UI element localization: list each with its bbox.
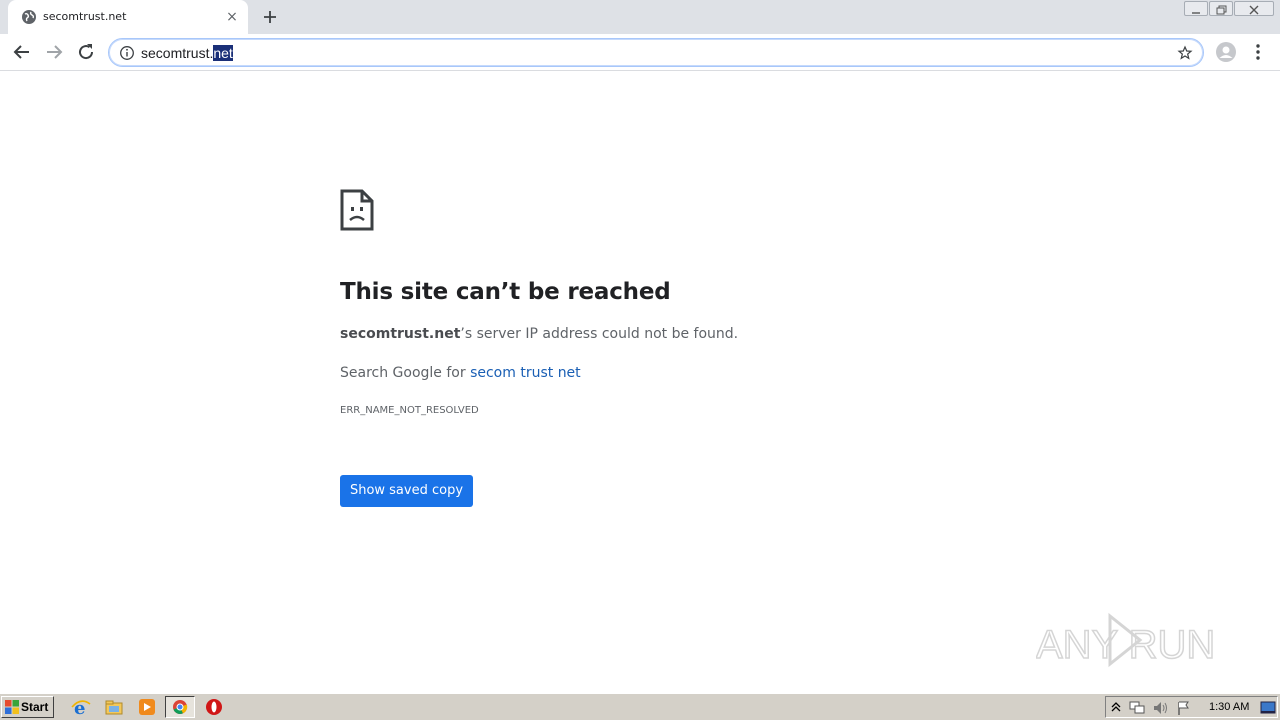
kebab-menu-icon[interactable] [1246,40,1270,64]
restore-icon [1216,5,1227,15]
reload-icon[interactable] [74,40,98,64]
search-google-link[interactable]: secom trust net [470,365,581,381]
system-tray: 1:30 AM [1105,696,1278,718]
volume-icon[interactable] [1152,700,1170,716]
search-prefix: Search Google for [340,365,471,381]
tab-title: secomtrust.net [43,10,127,23]
error-heading: This site can’t be reached [340,279,671,305]
server-domain: secomtrust.net [340,326,461,342]
forward-arrow-icon[interactable] [42,40,66,64]
globe-icon [22,10,36,24]
close-window-icon [1249,5,1259,15]
close-tab-icon[interactable]: × [224,9,240,25]
media-player-icon[interactable] [136,697,158,717]
show-hidden-icons-icon[interactable] [1110,700,1122,714]
error-code: ERR_NAME_NOT_RESOLVED [340,405,479,416]
restore-button[interactable] [1209,1,1233,16]
close-window-button[interactable] [1234,1,1274,16]
server-message: secomtrust.net’s server IP address could… [340,326,738,342]
ie-icon[interactable]: e [70,697,92,717]
action-center-flag-icon[interactable] [1176,700,1192,716]
site-info-icon[interactable] [119,45,135,61]
anyrun-logo-icon: ANY RUN [1035,612,1216,668]
start-label: Start [21,700,49,714]
explorer-folder-icon[interactable] [103,697,125,717]
tab-strip: secomtrust.net × [0,0,1280,34]
url-plain: secomtrust. [141,45,214,61]
show-saved-copy-button[interactable]: Show saved copy [340,475,473,507]
browser-toolbar: secomtrust.net [0,34,1280,71]
taskbar: Start e 1:30 AM [0,693,1280,720]
show-desktop-icon[interactable] [1260,701,1276,715]
sad-page-icon [340,189,374,231]
chrome-taskbar-button[interactable] [165,696,195,718]
search-suggestion: Search Google for secom trust net [340,365,581,381]
address-bar[interactable]: secomtrust.net [108,38,1204,67]
url-text[interactable]: secomtrust.net [141,45,233,61]
profile-icon[interactable] [1214,40,1238,64]
back-arrow-icon[interactable] [10,40,34,64]
new-tab-plus-icon[interactable] [258,5,282,29]
tab-secomtrust[interactable]: secomtrust.net × [8,0,248,34]
start-button[interactable]: Start [1,696,54,718]
windows-logo-icon [5,700,19,714]
minimize-icon [1192,12,1200,14]
network-icon[interactable] [1128,700,1146,716]
star-icon[interactable] [1177,45,1193,61]
url-selected-text: net [213,45,233,61]
chrome-icon [173,700,188,714]
clock[interactable]: 1:30 AM [1209,701,1249,713]
opera-icon[interactable] [203,697,225,717]
watermark-logo: ANY RUN [1035,608,1236,672]
server-message-text: ’s server IP address could not be found. [460,326,739,342]
minimize-button[interactable] [1184,1,1208,16]
